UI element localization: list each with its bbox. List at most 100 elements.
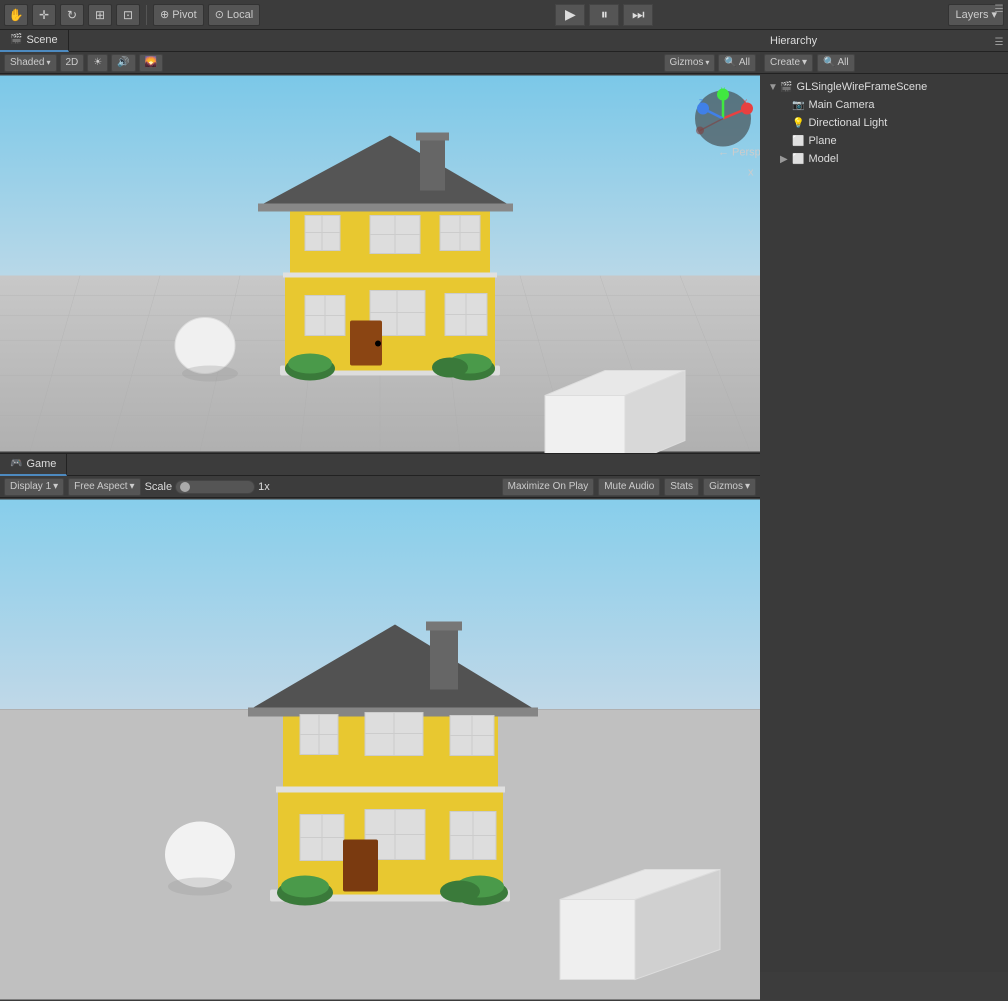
main-camera-label: Main Camera — [808, 99, 874, 111]
game-tab-bar: 🎮 Game ☰ — [0, 454, 760, 476]
scene-expand-arrow: ▼ — [768, 82, 780, 93]
gizmos-btn[interactable]: Gizmos ▾ — [664, 54, 716, 72]
2d-btn[interactable]: 2D — [60, 54, 85, 72]
search-icon: 🔍 — [724, 57, 736, 68]
play-button[interactable]: ▶ — [555, 4, 585, 26]
local-icon: ⊙ — [215, 8, 224, 21]
create-btn[interactable]: Create ▾ — [764, 54, 813, 72]
shading-label: Shaded — [10, 57, 44, 68]
aspect-dropdown-icon: ▾ — [130, 481, 135, 492]
hierarchy-search-icon: 🔍 — [823, 57, 835, 68]
hierarchy-tab[interactable]: Hierarchy — [760, 30, 827, 52]
scene-tab[interactable]: 🎬 Scene — [0, 30, 69, 52]
svg-text:X: X — [743, 100, 748, 107]
scene-svg: X Y Z ← Persp — [0, 74, 760, 453]
search-btn[interactable]: 🔍 All — [718, 54, 756, 72]
lighting-btn[interactable]: ☀ — [87, 54, 108, 72]
game-tab[interactable]: 🎮 Game — [0, 454, 67, 476]
hierarchy-tab-label: Hierarchy — [770, 35, 817, 47]
scale-tool-btn[interactable]: ⊞ — [88, 4, 112, 26]
svg-text:Y: Y — [721, 88, 726, 95]
game-canvas[interactable] — [0, 498, 760, 1001]
pivot-icon: ⊕ — [160, 8, 169, 21]
game-gizmos-btn[interactable]: Gizmos ▾ — [703, 478, 756, 496]
game-svg — [0, 498, 760, 1001]
hand-tool-btn[interactable]: ✋ — [4, 4, 28, 26]
hierarchy-panel-menu-btn[interactable]: ☰ — [992, 36, 1006, 50]
scale-label: Scale — [145, 481, 173, 493]
display-dropdown-icon: ▾ — [53, 481, 58, 492]
layers-label: Layers — [955, 9, 988, 21]
step-button[interactable]: ⏭ — [623, 4, 653, 26]
scene-tab-bar: 🎬 Scene ☰ — [0, 30, 760, 52]
gizmos-label: Gizmos — [670, 57, 704, 68]
hierarchy-search-btn[interactable]: 🔍 All — [817, 54, 855, 72]
rotate-tool-btn[interactable]: ↻ — [60, 4, 84, 26]
audio-btn[interactable]: 🔊 — [111, 54, 135, 72]
game-toolbar: Display 1 ▾ Free Aspect ▾ Scale 1x Maxim… — [0, 476, 760, 498]
2d-label: 2D — [66, 57, 79, 68]
plane-icon: ⬜ — [792, 136, 804, 147]
model-label: Model — [808, 153, 838, 165]
scene-tab-icon: 🎬 — [10, 34, 22, 45]
hierarchy-directional-light[interactable]: ▶ 💡 Directional Light — [760, 114, 1008, 132]
move-tool-btn[interactable]: ✛ — [32, 4, 56, 26]
model-expand-arrow: ▶ — [780, 154, 792, 165]
svg-text:x: x — [748, 167, 754, 179]
scale-slider[interactable] — [175, 480, 255, 494]
create-dropdown-icon: ▾ — [802, 57, 807, 68]
scene-canvas[interactable]: X Y Z ← Persp — [0, 74, 760, 453]
all-label: All — [739, 57, 750, 68]
scale-value: 1x — [258, 481, 270, 493]
game-panel-menu-btn[interactable]: ☰ — [992, 2, 1006, 16]
scene-tab-label: Scene — [26, 34, 57, 46]
game-tab-label: Game — [26, 458, 56, 470]
mute-audio-btn[interactable]: Mute Audio — [598, 478, 660, 496]
main-layout: 🎬 Scene ☰ Shaded ▾ 2D ☀ 🔊 🌄 Giz — [0, 30, 1008, 972]
camera-icon: 📷 — [792, 100, 804, 111]
display-btn[interactable]: Display 1 ▾ — [4, 478, 64, 496]
mute-label: Mute Audio — [604, 481, 654, 492]
game-gizmos-dropdown-icon: ▾ — [745, 481, 750, 492]
scene-toolbar: Shaded ▾ 2D ☀ 🔊 🌄 Gizmos ▾ 🔍 All — [0, 52, 760, 74]
scale-container: Scale 1x — [145, 480, 270, 494]
left-panel: 🎬 Scene ☰ Shaded ▾ 2D ☀ 🔊 🌄 Giz — [0, 30, 760, 972]
hierarchy-all-label: All — [838, 57, 849, 68]
game-tab-icon: 🎮 — [10, 458, 22, 469]
separator-1 — [146, 5, 147, 25]
hierarchy-content: ▼ 🎬 GLSingleWireFrameScene ▶ 📷 Main Came… — [760, 74, 1008, 972]
shading-btn[interactable]: Shaded ▾ — [4, 54, 57, 72]
gizmos-dropdown-icon: ▾ — [705, 58, 709, 67]
aspect-btn[interactable]: Free Aspect ▾ — [68, 478, 140, 496]
hierarchy-main-camera[interactable]: ▶ 📷 Main Camera — [760, 96, 1008, 114]
right-panel: Hierarchy ☰ Create ▾ 🔍 All ▼ 🎬 GLSingleW… — [760, 30, 1008, 972]
scene-name: GLSingleWireFrameScene — [796, 81, 927, 93]
plane-label: Plane — [808, 135, 836, 147]
pivot-btn[interactable]: ⊕ Pivot — [153, 4, 204, 26]
shading-dropdown-icon: ▾ — [46, 58, 50, 67]
svg-text:← Persp: ← Persp — [718, 147, 760, 159]
top-toolbar: ✋ ✛ ↻ ⊞ ⊡ ⊕ Pivot ⊙ Local ▶ ⏸ ⏭ Layers ▾ — [0, 0, 1008, 30]
scene-icon: 🎬 — [780, 82, 792, 93]
directional-light-label: Directional Light — [808, 117, 887, 129]
maximize-label: Maximize On Play — [508, 481, 589, 492]
hierarchy-model[interactable]: ▶ ⬜ Model — [760, 150, 1008, 168]
create-label: Create — [770, 57, 800, 68]
scale-slider-thumb — [180, 482, 190, 492]
maximize-on-play-btn[interactable]: Maximize On Play — [502, 478, 595, 496]
stats-btn[interactable]: Stats — [664, 478, 699, 496]
hierarchy-plane[interactable]: ▶ ⬜ Plane — [760, 132, 1008, 150]
local-label: Local — [227, 9, 253, 21]
pause-button[interactable]: ⏸ — [589, 4, 619, 26]
game-gizmos-label: Gizmos — [709, 481, 743, 492]
hierarchy-scene-root[interactable]: ▼ 🎬 GLSingleWireFrameScene — [760, 78, 1008, 96]
pivot-label: Pivot — [172, 9, 196, 21]
light-icon: 💡 — [792, 118, 804, 129]
rect-tool-btn[interactable]: ⊡ — [116, 4, 140, 26]
svg-text:Z: Z — [699, 100, 704, 107]
model-icon: ⬜ — [792, 154, 804, 165]
game-view: 🎮 Game ☰ Display 1 ▾ Free Aspect ▾ Scale — [0, 454, 760, 1001]
local-btn[interactable]: ⊙ Local — [208, 4, 261, 26]
stats-label: Stats — [670, 481, 693, 492]
effects-btn[interactable]: 🌄 — [139, 54, 163, 72]
